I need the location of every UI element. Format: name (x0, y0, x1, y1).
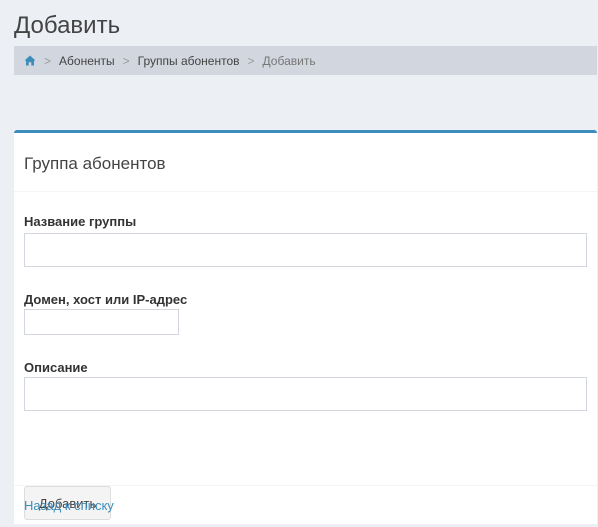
home-icon[interactable] (24, 55, 36, 66)
box-title: Группа абонентов (24, 154, 166, 173)
group-name-label: Название группы (24, 214, 137, 229)
form-box: Группа абонентов Название группы Домен, … (14, 130, 597, 524)
box-header: Группа абонентов (14, 133, 597, 192)
breadcrumb: > Абоненты > Группы абонентов > Добавить (14, 46, 597, 75)
breadcrumb-separator: > (122, 53, 130, 68)
breadcrumb-separator: > (247, 53, 255, 68)
group-name-input[interactable] (24, 233, 587, 267)
back-to-list-link[interactable]: Назад к списку (24, 498, 114, 513)
page-title: Добавить (14, 12, 121, 39)
breadcrumb-link-subscriber-groups[interactable]: Группы абонентов (138, 54, 240, 68)
breadcrumb-link-subscribers[interactable]: Абоненты (59, 54, 115, 68)
host-input[interactable] (24, 309, 179, 335)
description-input[interactable] (24, 377, 587, 411)
description-label: Описание (24, 360, 88, 375)
breadcrumb-current: Добавить (262, 53, 316, 68)
host-label: Домен, хост или IP-адрес (24, 292, 188, 307)
box-footer: Назад к списку (14, 485, 597, 527)
breadcrumb-separator: > (44, 53, 52, 68)
